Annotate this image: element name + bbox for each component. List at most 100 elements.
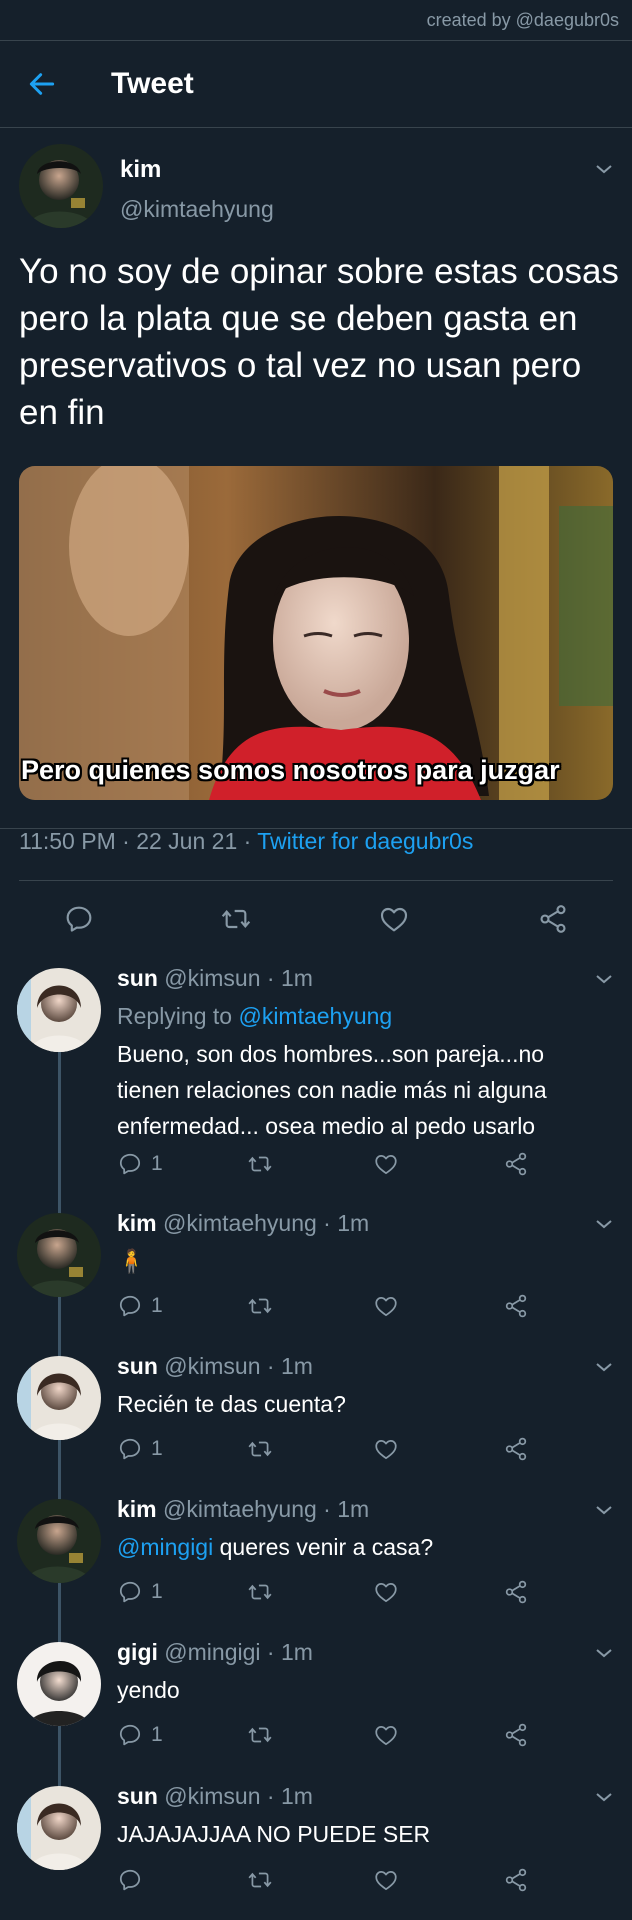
reply-button[interactable] (117, 1866, 151, 1894)
replying-to-mention[interactable]: @kimtaehyung (238, 1003, 392, 1029)
reply-count: 1 (151, 1437, 163, 1460)
comment-bubble-icon (117, 1436, 143, 1462)
tweet-media[interactable]: Pero quienes somos nosotros para juzgar (19, 466, 613, 800)
share-button[interactable] (503, 1866, 529, 1894)
avatar[interactable] (17, 1213, 101, 1297)
reply-author-name[interactable]: sun (117, 1783, 158, 1809)
reply-actions (117, 1866, 597, 1896)
reply-author-name[interactable]: sun (117, 1353, 158, 1379)
retweet-button[interactable] (247, 1866, 273, 1894)
share-icon (503, 1867, 529, 1893)
tweet-time: 11:50 PM (19, 828, 116, 854)
share-icon (503, 1436, 529, 1462)
comment-bubble-icon[interactable] (63, 903, 95, 935)
share-button[interactable] (503, 1721, 529, 1749)
author-handle[interactable]: @kimtaehyung (120, 196, 274, 223)
divider (0, 127, 632, 128)
reply-count: 1 (151, 1580, 163, 1603)
reply-actions: 1 (117, 1150, 597, 1180)
like-button[interactable] (373, 1721, 399, 1749)
like-button[interactable] (373, 1435, 399, 1463)
share-button[interactable] (503, 1150, 529, 1178)
like-button[interactable] (373, 1866, 399, 1894)
reply-text-rest: queres venir a casa? (213, 1534, 434, 1560)
reply-header: kim @kimtaehyung · 1m (117, 1496, 370, 1522)
reply-time: 1m (280, 965, 313, 991)
avatar[interactable] (17, 968, 101, 1052)
top-bar: Tweet (0, 41, 632, 127)
reply-time: 1m (280, 1783, 313, 1809)
reply-author-handle[interactable]: @kimsun (164, 1353, 260, 1379)
heart-icon (373, 1867, 399, 1893)
retweet-button[interactable] (247, 1292, 273, 1320)
reply-text: Bueno, son dos hombres...son pareja...no… (117, 1041, 547, 1139)
retweet-icon (247, 1436, 273, 1462)
like-button[interactable] (373, 1150, 399, 1178)
reply-author-name[interactable]: sun (117, 965, 158, 991)
reply-time: 1m (337, 1496, 370, 1522)
comment-bubble-icon (117, 1722, 143, 1748)
reply-text: Recién te das cuenta? (117, 1391, 346, 1417)
chevron-down-icon[interactable] (594, 972, 614, 986)
share-icon (503, 1579, 529, 1605)
page-title: Tweet (111, 67, 194, 100)
reply-button[interactable]: 1 (117, 1150, 163, 1178)
share-button[interactable] (503, 1435, 529, 1463)
tweet-date: 22 Jun 21 (136, 828, 238, 854)
share-button[interactable] (503, 1292, 529, 1320)
reply-actions: 1 (117, 1578, 597, 1608)
author-name[interactable]: kim (120, 156, 161, 184)
share-button[interactable] (503, 1578, 529, 1606)
replying-to: Replying to @kimtaehyung (117, 1003, 392, 1030)
avatar[interactable] (19, 144, 103, 228)
retweet-icon (247, 1867, 273, 1893)
chevron-down-icon[interactable] (594, 1503, 614, 1517)
reply-button[interactable]: 1 (117, 1435, 163, 1463)
reply-author-handle[interactable]: @kimsun (164, 965, 260, 991)
reply-author-handle[interactable]: @kimsun (164, 1783, 260, 1809)
tweet-actions (0, 881, 632, 957)
retweet-button[interactable] (247, 1150, 273, 1178)
retweet-button[interactable] (247, 1435, 273, 1463)
share-icon (503, 1293, 529, 1319)
retweet-icon (247, 1722, 273, 1748)
avatar[interactable] (17, 1642, 101, 1726)
chevron-down-icon[interactable] (594, 162, 614, 176)
arrow-left-icon[interactable] (26, 68, 58, 100)
reply-author-name[interactable]: kim (117, 1210, 157, 1236)
chevron-down-icon[interactable] (594, 1360, 614, 1374)
chevron-down-icon[interactable] (594, 1646, 614, 1660)
reply-author-handle[interactable]: @kimtaehyung (163, 1496, 317, 1522)
comment-bubble-icon (117, 1293, 143, 1319)
retweet-icon (247, 1293, 273, 1319)
share-icon[interactable] (537, 903, 569, 935)
reply-author-handle[interactable]: @kimtaehyung (163, 1210, 317, 1236)
reply-author-name[interactable]: gigi (117, 1639, 158, 1665)
watermark-credit: created by @daegubr0s (426, 10, 619, 30)
reply-button[interactable]: 1 (117, 1721, 163, 1749)
meme-image (19, 466, 613, 800)
chevron-down-icon[interactable] (594, 1217, 614, 1231)
reply-author-name[interactable]: kim (117, 1496, 157, 1522)
reply-author-handle[interactable]: @mingigi (164, 1639, 260, 1665)
avatar[interactable] (17, 1356, 101, 1440)
reply-button[interactable]: 1 (117, 1578, 163, 1606)
mention-link[interactable]: @mingigi (117, 1534, 213, 1560)
tweet-source-link[interactable]: Twitter for daegubr0s (257, 828, 473, 854)
avatar[interactable] (17, 1786, 101, 1870)
reply-count: 1 (151, 1723, 163, 1746)
tweet-text: Yo no soy de opinar sobre estas cosas pe… (19, 252, 619, 432)
chevron-down-icon[interactable] (594, 1790, 614, 1804)
avatar[interactable] (17, 1499, 101, 1583)
retweet-icon[interactable] (220, 903, 252, 935)
like-button[interactable] (373, 1578, 399, 1606)
reply-header: gigi @mingigi · 1m (117, 1639, 313, 1665)
retweet-button[interactable] (247, 1578, 273, 1606)
reply-header: sun @kimsun · 1m (117, 1353, 313, 1379)
heart-icon (373, 1436, 399, 1462)
reply-header: sun @kimsun · 1m (117, 1783, 313, 1809)
like-button[interactable] (373, 1292, 399, 1320)
retweet-button[interactable] (247, 1721, 273, 1749)
heart-icon[interactable] (378, 903, 410, 935)
reply-button[interactable]: 1 (117, 1292, 163, 1320)
